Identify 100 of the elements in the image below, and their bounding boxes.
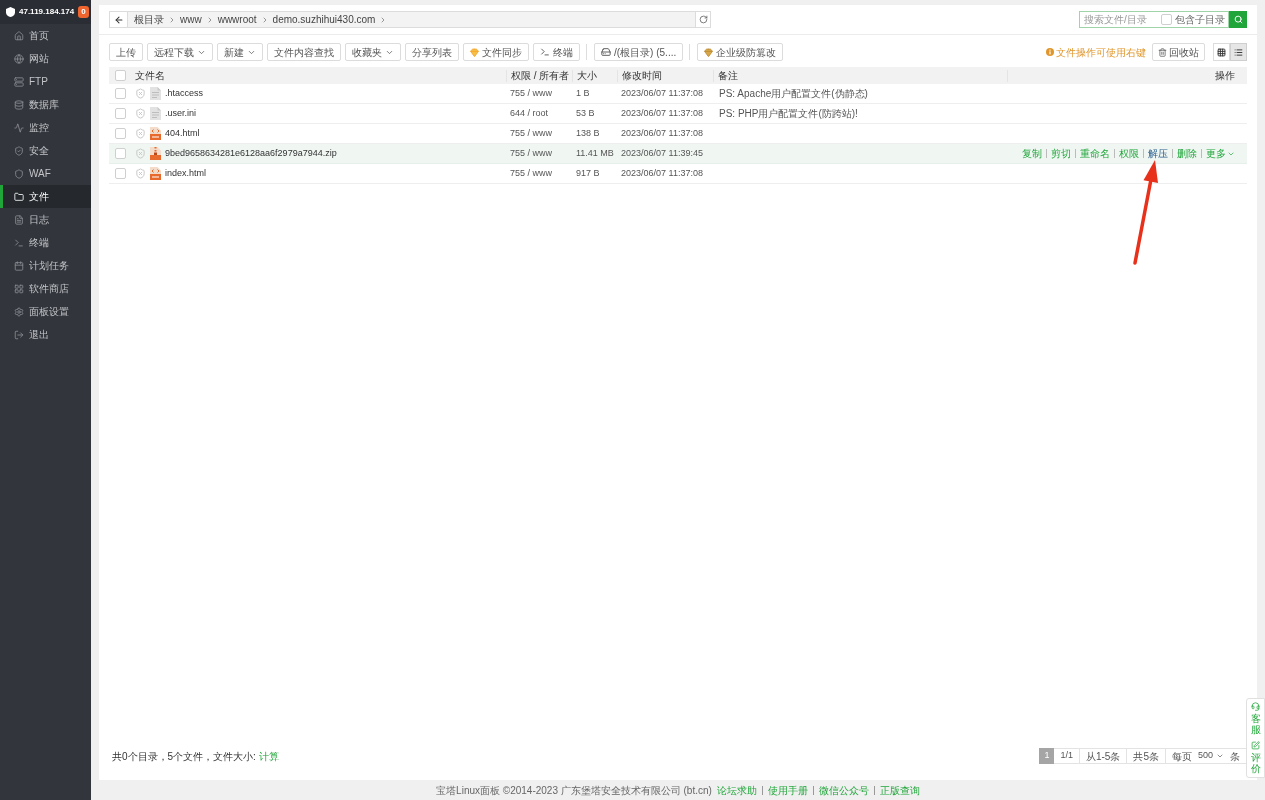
- refresh-button[interactable]: [695, 12, 710, 27]
- recycle-bin-button[interactable]: 回收站: [1152, 43, 1205, 61]
- nav-item[interactable]: FTP: [0, 70, 91, 93]
- toolbar-button[interactable]: 收藏夹: [345, 43, 401, 61]
- nav-item[interactable]: 终端: [0, 231, 91, 254]
- nav-item[interactable]: 数据库: [0, 93, 91, 116]
- file-name[interactable]: index.html: [165, 166, 207, 181]
- breadcrumb-link[interactable]: wwwroot: [217, 12, 257, 27]
- shield-icon: [14, 168, 24, 179]
- grid-view-button[interactable]: [1213, 43, 1230, 61]
- shield-x-icon[interactable]: [135, 168, 146, 179]
- permissions-text[interactable]: 755 / www: [506, 146, 572, 161]
- column-header: 操作: [1007, 69, 1247, 82]
- server-address: 47.119.184.174: [19, 6, 75, 18]
- document-icon: [150, 107, 161, 120]
- server-icon: [14, 76, 24, 87]
- toolbar-button[interactable]: 上传: [109, 43, 143, 61]
- nav-item[interactable]: 日志: [0, 208, 91, 231]
- back-button[interactable]: [110, 12, 128, 27]
- remark-text: PS: Apache用户配置文件(伪静态): [719, 87, 868, 101]
- file-row[interactable]: 9bed9658634281e6128aa6f2979a7944.zip 755 / www 11.41 MB 2023/06/07 11:39:45 复制 剪切 重命名 权限 解压 删除 更多: [109, 144, 1247, 164]
- per-page-select[interactable]: 500: [1194, 748, 1227, 764]
- gem-icon: [470, 47, 479, 57]
- nav-item[interactable]: 软件商店: [0, 277, 91, 300]
- toolbar-button[interactable]: 远程下载: [147, 43, 213, 61]
- nav-item[interactable]: 计划任务: [0, 254, 91, 277]
- breadcrumb-link[interactable]: demo.suzhihui430.com: [272, 12, 376, 27]
- activity-icon: [14, 122, 24, 133]
- toolbar-button[interactable]: 文件同步: [463, 43, 529, 61]
- nav-item[interactable]: 网站: [0, 47, 91, 70]
- logout-icon: [14, 329, 24, 340]
- grid-view-icon: [1217, 47, 1226, 57]
- remark-text: PS: PHP用户配置文件(防跨站)!: [719, 107, 858, 121]
- file-size: 138 B: [575, 126, 601, 140]
- shield-x-icon[interactable]: [135, 88, 146, 99]
- toolbar-button[interactable]: 企业级防篡改: [697, 43, 784, 61]
- column-header: 修改时间: [617, 69, 713, 82]
- caret-icon: [1216, 752, 1224, 760]
- file-name[interactable]: .user.ini: [165, 106, 197, 121]
- file-name[interactable]: 404.html: [165, 126, 200, 141]
- modified-time: 2023/06/07 11:37:08: [620, 106, 704, 120]
- list-view-icon: [1234, 47, 1243, 57]
- checkbox[interactable]: [114, 128, 126, 139]
- permissions-text[interactable]: 644 / root: [506, 106, 572, 121]
- column-header: 备注: [713, 69, 1007, 82]
- terminal-icon: [540, 47, 550, 57]
- nav-item[interactable]: 首页: [0, 24, 91, 47]
- file-row[interactable]: 404.html 755 / www 138 B 2023/06/07 11:37:08: [109, 124, 1247, 144]
- file-row[interactable]: .user.ini 644 / root 53 B 2023/06/07 11:37:08 PS: PHP用户配置文件(防跨站)!: [109, 104, 1247, 124]
- column-header: 大小: [572, 69, 617, 82]
- shield-x-icon[interactable]: [135, 108, 146, 119]
- search-icon: [1233, 15, 1243, 24]
- archive-file-icon: [150, 147, 161, 160]
- breadcrumb-link[interactable]: www: [180, 12, 202, 27]
- calendar-icon: [14, 260, 24, 271]
- nav-item[interactable]: 监控: [0, 116, 91, 139]
- notification-badge: 0: [78, 6, 89, 18]
- permissions-text[interactable]: 755 / www: [506, 86, 572, 101]
- column-header: 权限 / 所有者: [506, 69, 572, 82]
- shield-x-icon[interactable]: [135, 148, 146, 159]
- search-button[interactable]: [1229, 11, 1247, 28]
- checkbox[interactable]: [1161, 14, 1172, 25]
- permissions-text[interactable]: 755 / www: [506, 126, 572, 141]
- file-size: 53 B: [575, 106, 596, 120]
- toolbar-button[interactable]: 文件内容查找: [267, 43, 341, 61]
- action-link[interactable]: 解压: [1148, 146, 1168, 161]
- gem-icon: [704, 47, 714, 57]
- file-row[interactable]: .htaccess 755 / www 1 B 2023/06/07 11:37:08 PS: Apache用户配置文件(伪静态): [109, 84, 1247, 104]
- row-total: 共5条: [1127, 748, 1166, 764]
- checkbox[interactable]: [114, 88, 126, 99]
- toolbar-button[interactable]: 新建: [217, 43, 263, 61]
- nav-item[interactable]: 面板设置: [0, 300, 91, 323]
- nav-item[interactable]: WAF: [0, 162, 91, 185]
- file-name[interactable]: .htaccess: [165, 86, 204, 101]
- settings-icon: [14, 306, 24, 317]
- toolbar-button[interactable]: 终端: [533, 43, 580, 61]
- nav-item[interactable]: 文件: [0, 185, 91, 208]
- checkbox[interactable]: [114, 148, 126, 159]
- file-name[interactable]: 9bed9658634281e6128aa6f2979a7944.zip: [165, 146, 337, 161]
- toolbar-button[interactable]: 分享列表: [405, 43, 459, 61]
- file-size: 11.41 MB: [575, 146, 615, 160]
- permissions-text[interactable]: 755 / www: [506, 166, 572, 181]
- copyright-text: 宝塔Linux面板 ©2014-2023 广东堡塔安全技术有限公司 (bt.cn): [436, 783, 712, 798]
- toolbar-button[interactable]: /(根目录) (5....: [594, 43, 684, 61]
- file-size: 1 B: [575, 86, 591, 100]
- modified-time: 2023/06/07 11:39:45: [620, 146, 704, 160]
- logo-icon: [6, 7, 15, 17]
- nav-item[interactable]: 退出: [0, 323, 91, 346]
- checkbox[interactable]: [114, 168, 126, 179]
- nav-item[interactable]: 安全: [0, 139, 91, 162]
- checkbox[interactable]: [114, 70, 126, 81]
- modified-time: 2023/06/07 11:37:08: [620, 126, 704, 140]
- breadcrumb-link[interactable]: 根目录: [134, 12, 164, 27]
- shield-x-icon[interactable]: [135, 128, 146, 139]
- modified-time: 2023/06/07 11:37:08: [620, 166, 704, 180]
- terminal-icon: [14, 237, 24, 248]
- code-file-icon: [150, 167, 161, 180]
- file-row[interactable]: index.html 755 / www 917 B 2023/06/07 11:37:08: [109, 164, 1247, 184]
- globe-icon: [14, 53, 24, 64]
- checkbox[interactable]: [114, 108, 126, 119]
